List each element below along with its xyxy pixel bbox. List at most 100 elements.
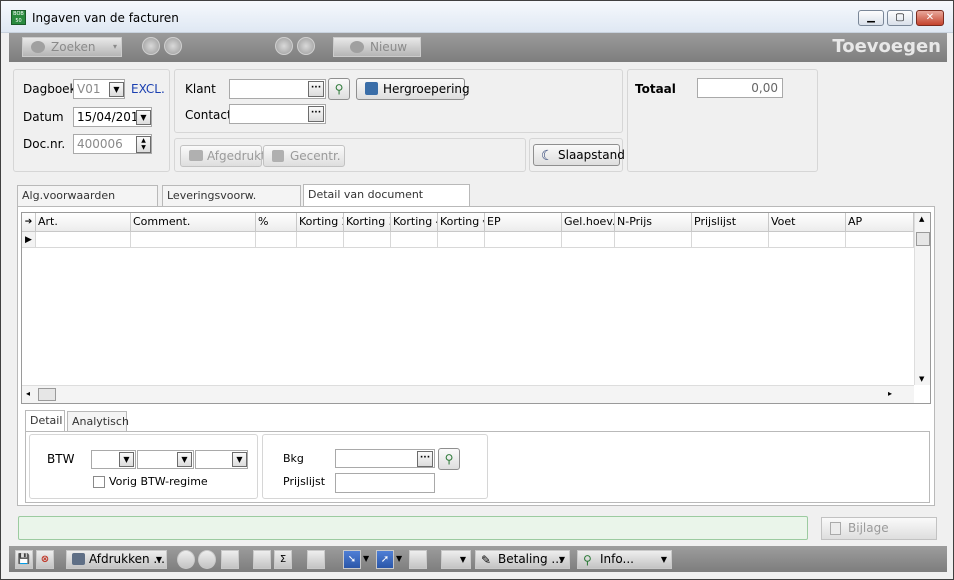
table-cell[interactable] xyxy=(131,232,256,248)
table-cell[interactable] xyxy=(344,232,391,248)
col-percent[interactable]: % xyxy=(256,213,297,232)
payment-menu-button[interactable]: ✎ Betaling ... ▼ xyxy=(475,550,570,569)
pricelist-field[interactable] xyxy=(335,473,435,493)
table-cell[interactable] xyxy=(256,232,297,248)
previous-record-button[interactable] xyxy=(164,37,182,55)
horizontal-scrollbar[interactable]: ◂ ▸ xyxy=(22,385,914,403)
delete-document-button[interactable] xyxy=(409,550,427,569)
col-ep[interactable]: EP xyxy=(485,213,562,232)
maximize-button[interactable]: ▢ xyxy=(887,10,913,26)
klant-browse-button[interactable]: ··· xyxy=(308,81,324,97)
col-ap[interactable]: AP xyxy=(846,213,914,232)
export-dropdown-icon[interactable]: ▼ xyxy=(396,554,402,563)
minimize-button[interactable]: ▁ xyxy=(858,10,884,26)
next-record-button[interactable] xyxy=(275,37,293,55)
btw-dropdown-1[interactable]: ▼ xyxy=(119,452,134,467)
nav-back-button[interactable] xyxy=(177,550,195,569)
contact-browse-button[interactable]: ··· xyxy=(308,106,324,122)
tab-general-conditions[interactable]: Alg.voorwaarden (Ctrl+F7) xyxy=(17,185,158,222)
documents-button[interactable] xyxy=(307,550,325,569)
nav-forward-button[interactable] xyxy=(198,550,216,569)
table-cell[interactable] xyxy=(485,232,562,248)
moon-icon: ☾ xyxy=(541,148,554,164)
cancel-icon: ⊗ xyxy=(40,554,50,565)
share-icon: ➚ xyxy=(380,554,390,565)
table-cell[interactable] xyxy=(391,232,438,248)
import-dropdown-icon[interactable]: ▼ xyxy=(363,554,369,563)
scroll-down-icon[interactable]: ▼ xyxy=(919,375,924,383)
table-cell[interactable] xyxy=(562,232,615,248)
customer-panel: Klant ··· ⚲ Hergroepering Contact ··· xyxy=(174,69,623,133)
table-cell[interactable] xyxy=(297,232,344,248)
info-label: Info... xyxy=(600,552,634,566)
col-discount3[interactable]: Korting 3 xyxy=(344,213,391,232)
save-button[interactable]: 💾 xyxy=(15,550,33,569)
scroll-up-icon[interactable]: ▲ xyxy=(919,215,924,223)
pin-icon: ⚲ xyxy=(583,553,592,567)
bkg-browse-button[interactable]: ··· xyxy=(417,451,433,467)
close-button[interactable]: ✕ xyxy=(916,10,944,26)
table-cell[interactable] xyxy=(615,232,692,248)
first-record-button[interactable] xyxy=(142,37,160,55)
col-art[interactable]: Art. xyxy=(36,213,131,232)
info-small-button[interactable] xyxy=(221,550,239,569)
tab-delivery-conditions[interactable]: Leveringsvoorw. (Ctrl+F8) xyxy=(162,185,301,222)
printed-button[interactable]: Afgedrukt xyxy=(180,145,266,167)
col-delivered-qty[interactable]: Gel.hoev. xyxy=(562,213,615,232)
tab-document-detail[interactable]: Detail van document (Ctrl+F12) xyxy=(303,184,470,221)
docnr-spinner[interactable]: ▲ ▼ xyxy=(136,136,151,153)
centralized-button[interactable]: Gecentr. xyxy=(263,145,345,167)
sum-button[interactable]: Σ xyxy=(274,550,292,569)
col-voet[interactable]: Voet xyxy=(769,213,846,232)
table-cell[interactable] xyxy=(438,232,485,248)
table-cell[interactable] xyxy=(692,232,769,248)
col-discount2[interactable]: Korting 2 xyxy=(297,213,344,232)
col-discount-euro[interactable]: Korting € xyxy=(438,213,485,232)
view-menu-button[interactable]: ▼ xyxy=(441,550,471,569)
scroll-right-icon[interactable]: ▸ xyxy=(888,389,892,398)
btw-dropdown-2[interactable]: ▼ xyxy=(177,452,192,467)
btw-dropdown-3[interactable]: ▼ xyxy=(232,452,247,467)
bkg-lookup-button[interactable]: ⚲ xyxy=(438,448,460,470)
attachment-label: Bijlage xyxy=(848,521,889,535)
prev-vat-regime-checkbox[interactable] xyxy=(93,476,105,488)
export-button[interactable]: ➚ xyxy=(376,550,394,569)
col-pricelist[interactable]: Prijslijst xyxy=(692,213,769,232)
vertical-scroll-thumb[interactable] xyxy=(916,232,930,246)
print-menu-button[interactable]: Afdrukken ... ▼ xyxy=(66,550,167,569)
subtab-detail[interactable]: Detail xyxy=(25,410,65,432)
regroup-button[interactable]: Hergroepering xyxy=(356,78,470,100)
search-button[interactable]: Zoeken ▾ xyxy=(22,37,122,57)
new-button[interactable]: Nieuw xyxy=(333,37,421,57)
table-cell[interactable] xyxy=(769,232,846,248)
subtab-analytical[interactable]: Analytisch xyxy=(67,411,129,432)
calendar-dropdown[interactable]: ▼ xyxy=(136,110,151,125)
status-buttons-panel: Afgedrukt Gecentr. xyxy=(174,138,526,172)
col-net-price[interactable]: N-Prijs xyxy=(615,213,692,232)
printer-icon xyxy=(72,553,85,565)
vertical-scrollbar[interactable]: ▲ ▼ xyxy=(914,213,930,385)
horizontal-scroll-thumb[interactable] xyxy=(38,388,56,401)
regroup-icon xyxy=(365,82,378,95)
scroll-left-icon[interactable]: ◂ xyxy=(26,389,30,398)
info-menu-button[interactable]: ⚲ Info... ▼ xyxy=(577,550,672,569)
table-cell[interactable] xyxy=(846,232,914,248)
cancel-button[interactable]: ⊗ xyxy=(36,550,54,569)
app-icon: BOB 50 xyxy=(11,10,26,25)
attachment-button[interactable]: Bijlage xyxy=(821,517,937,540)
col-discount4[interactable]: Korting 4 xyxy=(391,213,438,232)
last-record-button[interactable] xyxy=(297,37,315,55)
printer-icon xyxy=(189,150,203,161)
main-window: BOB 50 Ingaven van de facturen ▁ ▢ ✕ Zoe… xyxy=(0,0,954,580)
total-panel: Totaal 0,00 xyxy=(627,69,818,172)
dagboek-dropdown[interactable]: ▼ xyxy=(109,82,124,97)
sleep-button[interactable]: ☾ Slaapstand xyxy=(533,144,625,166)
close-icon: ✕ xyxy=(925,12,935,23)
total-label: Totaal xyxy=(635,82,676,96)
row-indicator[interactable]: ▶ xyxy=(22,232,36,248)
table-row[interactable] xyxy=(36,232,131,248)
klant-lookup-button[interactable]: ⚲ xyxy=(328,78,350,100)
import-button[interactable]: ➘ xyxy=(343,550,361,569)
copy-button[interactable] xyxy=(253,550,271,569)
col-comment[interactable]: Comment. xyxy=(131,213,256,232)
